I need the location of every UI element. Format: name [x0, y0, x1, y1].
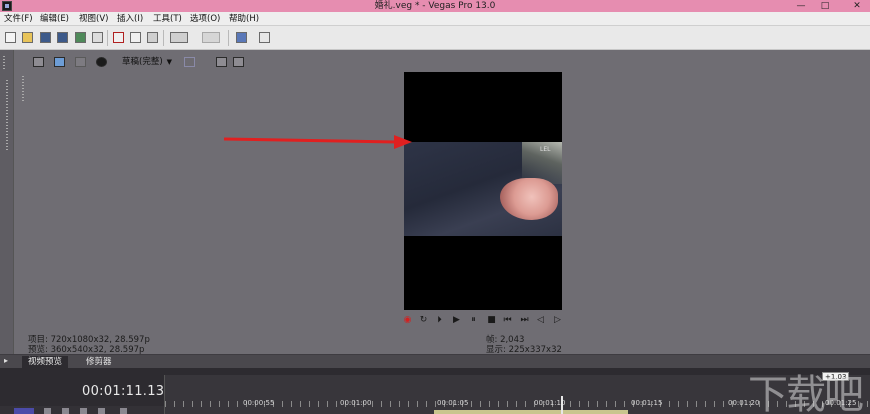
- preview-quality-select[interactable]: 草稿(完整) ▼: [122, 56, 172, 68]
- watermark-text: 下载吧: [748, 372, 864, 414]
- ruler-label: 00:01:00: [340, 399, 372, 407]
- cut-icon[interactable]: [113, 32, 124, 43]
- new-icon[interactable]: [5, 32, 16, 43]
- external-monitor-icon[interactable]: [54, 57, 65, 67]
- fx-icon[interactable]: [75, 57, 86, 67]
- menu-view[interactable]: 视图(V): [79, 12, 108, 26]
- open-icon[interactable]: [22, 32, 33, 43]
- track-icon[interactable]: [62, 408, 69, 414]
- menu-tools[interactable]: 工具(T): [153, 12, 182, 26]
- save-icon[interactable]: [40, 32, 51, 43]
- save-as-icon[interactable]: [57, 32, 68, 43]
- stop-icon[interactable]: ■: [486, 315, 497, 326]
- video-hand: [500, 178, 558, 220]
- toolbar-separator: [228, 30, 229, 46]
- video-content: LEL: [404, 142, 562, 236]
- loop-region[interactable]: [434, 410, 628, 414]
- chevron-down-icon: ▼: [166, 58, 173, 66]
- ruler-label: 00:01:05: [437, 399, 469, 407]
- watermark: 下载吧: [748, 362, 866, 414]
- minimize-button[interactable]: —: [790, 0, 812, 12]
- go-to-end-icon[interactable]: ⏭: [519, 315, 530, 326]
- menu-insert[interactable]: 插入(I): [117, 12, 143, 26]
- menu-help[interactable]: 帮助(H): [229, 12, 259, 26]
- track-icon[interactable]: [44, 408, 51, 414]
- properties-icon[interactable]: [92, 32, 103, 43]
- tab-trimmer[interactable]: 修剪器: [80, 356, 118, 368]
- playhead-cursor[interactable]: [561, 396, 563, 414]
- project-properties-icon[interactable]: [33, 57, 44, 67]
- menu-file[interactable]: 文件(F): [4, 12, 33, 26]
- brush-icon[interactable]: [236, 32, 247, 43]
- title-bar: 婚礼.veg * - Vegas Pro 13.0 — □ ✕: [0, 0, 870, 12]
- tab-video-preview[interactable]: 视频预览: [22, 356, 69, 368]
- toolbar-grip[interactable]: [22, 76, 24, 102]
- undo-icon[interactable]: [170, 32, 188, 43]
- save-snapshot-icon[interactable]: [233, 57, 244, 67]
- play-icon[interactable]: ▶: [451, 315, 462, 326]
- dock-grip[interactable]: [6, 80, 8, 150]
- timecode-display: 00:01:11.13: [82, 384, 165, 399]
- redo-icon[interactable]: [202, 32, 220, 43]
- track-icon[interactable]: [80, 408, 87, 414]
- copy-snapshot-icon[interactable]: [216, 57, 227, 67]
- close-button[interactable]: ✕: [846, 0, 868, 12]
- ruler-label: 00:00:55: [243, 399, 275, 407]
- track-icon[interactable]: [98, 408, 105, 414]
- menu-edit[interactable]: 编辑(E): [40, 12, 69, 26]
- play-from-start-icon[interactable]: ⏵: [434, 315, 445, 326]
- render-icon[interactable]: [75, 32, 86, 43]
- overlays-icon[interactable]: [184, 57, 195, 67]
- main-toolbar: [0, 26, 870, 50]
- window-title: 婚礼.veg * - Vegas Pro 13.0: [374, 1, 496, 11]
- maximize-button[interactable]: □: [814, 0, 836, 12]
- track-icon[interactable]: [120, 408, 127, 414]
- preview-quality-value: 草稿(完整): [122, 57, 163, 67]
- split-screen-icon[interactable]: [96, 57, 107, 67]
- window-tabs: ▸ 视频预览 修剪器: [0, 354, 870, 368]
- previous-frame-icon[interactable]: ◁: [535, 315, 546, 326]
- copy-icon[interactable]: [130, 32, 141, 43]
- help-icon[interactable]: [259, 32, 270, 43]
- menu-bar: 文件(F) 编辑(E) 视图(V) 插入(I) 工具(T) 选项(O) 帮助(H…: [0, 12, 870, 26]
- video-overlay-text: LEL: [540, 146, 551, 153]
- panel-dock-strip[interactable]: [0, 50, 14, 368]
- loop-icon[interactable]: ↻: [418, 315, 429, 326]
- toolbar-separator: [163, 30, 164, 46]
- go-to-start-icon[interactable]: ⏮: [502, 315, 513, 326]
- paste-icon[interactable]: [147, 32, 158, 43]
- toolbar-separator: [107, 30, 108, 46]
- record-icon[interactable]: ◉: [402, 315, 413, 326]
- ruler-label: 00:01:15: [631, 399, 663, 407]
- next-frame-icon[interactable]: ▷: [552, 315, 563, 326]
- dock-grip[interactable]: [3, 56, 5, 70]
- menu-options[interactable]: 选项(O): [190, 12, 220, 26]
- video-frame: LEL: [404, 72, 562, 310]
- track-color-icon[interactable]: [14, 408, 34, 414]
- tab-scroll-icon[interactable]: ▸: [4, 356, 8, 365]
- red-arrow-annotation: [223, 135, 412, 149]
- pause-icon[interactable]: ⏸: [468, 315, 479, 326]
